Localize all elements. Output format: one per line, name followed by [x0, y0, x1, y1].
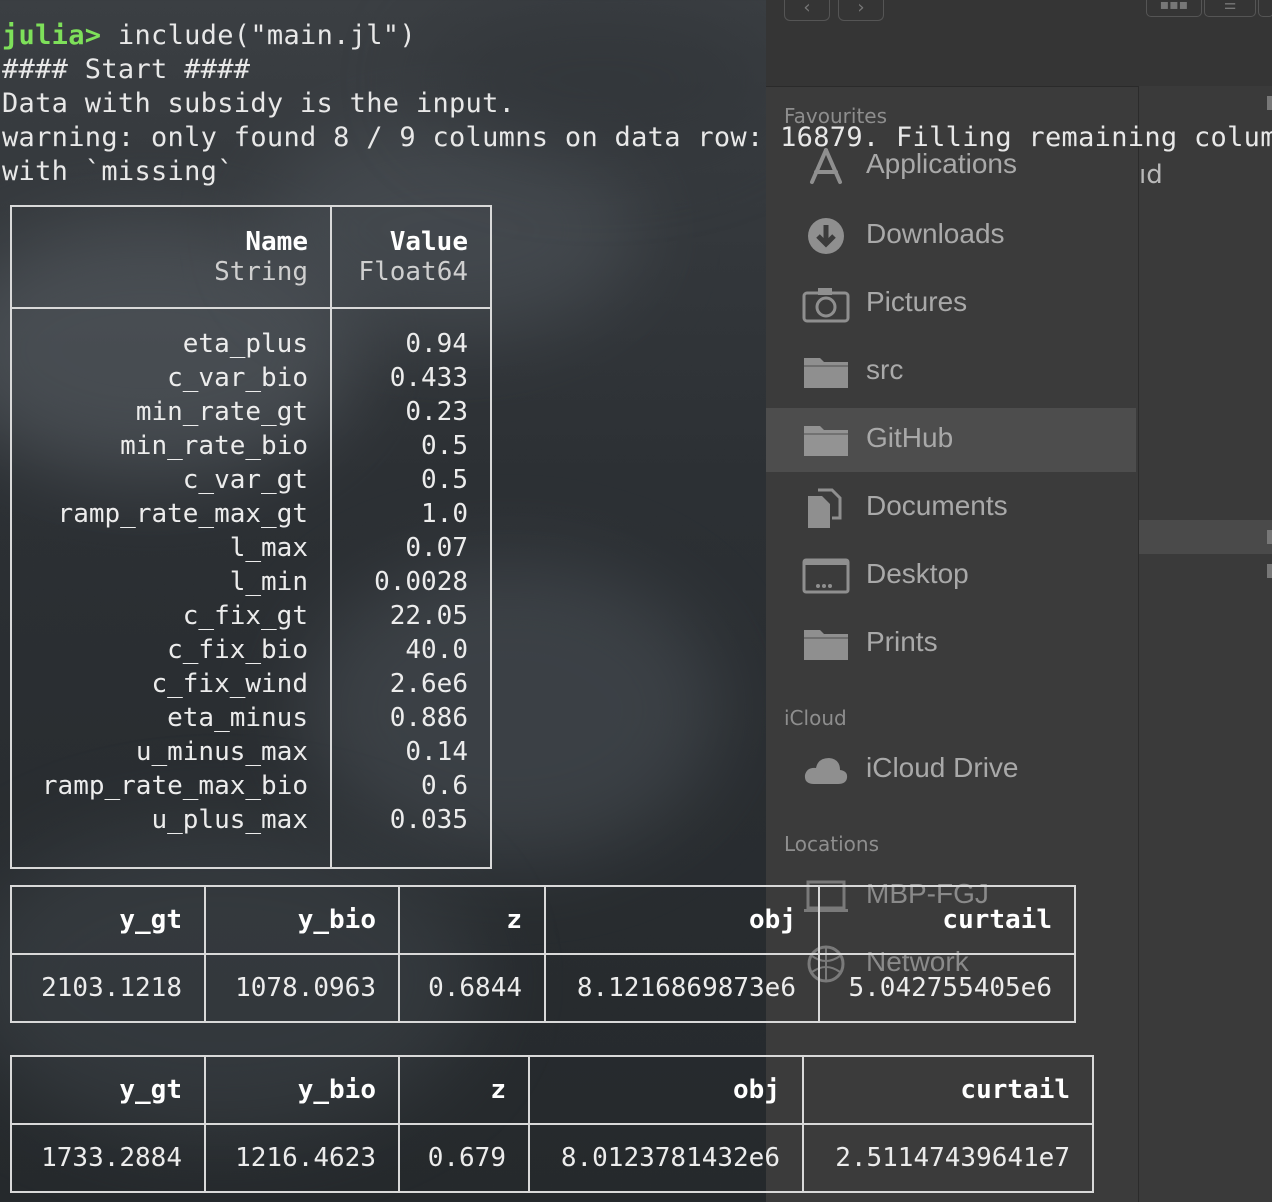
param-value: 0.94: [405, 329, 468, 359]
warning-line: warning: only found 8 / 9 columns on dat…: [2, 122, 1272, 153]
table-header-cell: y_gt: [10, 1055, 206, 1125]
param-value: 0.035: [389, 805, 468, 835]
output-line: #### Start ####: [2, 54, 251, 85]
param-value: 0.07: [405, 533, 468, 563]
param-name: u_minus_max: [135, 737, 308, 767]
param-name: eta_minus: [167, 703, 308, 733]
param-value: 0.433: [389, 363, 468, 393]
table-cell: 0.6844: [398, 953, 546, 1023]
command-line: julia> include("main.jl"): [2, 20, 416, 51]
param-value: 0.14: [405, 737, 468, 767]
names-column: eta_plus c_var_bio min_rate_gt min_rate_bio…: [34, 327, 308, 837]
param-name: c_fix_wind: [151, 669, 308, 699]
table-header-cell: obj: [528, 1055, 804, 1125]
values-column: 0.94 0.433 0.23 0.5 0.5 1.0 0.07 0.0028 22.05 40.…: [354, 327, 468, 837]
table-header-cell: curtail: [802, 1055, 1094, 1125]
param-value: 0.5: [421, 465, 468, 495]
output-line: Data with subsidy is the input.: [2, 88, 516, 119]
table-header-row: y_gt y_bio z obj curtail: [10, 885, 1076, 955]
param-value: 0.23: [405, 397, 468, 427]
table-header-row: Name String Value Float64: [10, 205, 492, 309]
table-cell: 5.042755405e6: [818, 953, 1076, 1023]
names-cell: eta_plus c_var_bio min_rate_gt min_rate_bio…: [10, 307, 332, 869]
table-cell: 8.0123781432e6: [528, 1123, 804, 1193]
table-row: 1733.2884 1216.4623 0.679 8.0123781432e6…: [10, 1123, 1094, 1193]
result-table-2: y_gt y_bio z obj curtail 1733.2884 1216.…: [10, 1055, 1094, 1193]
column-name: Value: [389, 227, 468, 257]
param-name: l_min: [229, 567, 308, 597]
param-value: 0.6: [421, 771, 468, 801]
param-value: 0.0028: [374, 567, 468, 597]
table-header-cell: z: [398, 885, 546, 955]
param-name: c_var_bio: [167, 363, 308, 393]
column-type: String: [214, 257, 308, 287]
table-cell: 1078.0963: [204, 953, 400, 1023]
param-name: c_fix_gt: [182, 601, 308, 631]
table-header-cell: curtail: [818, 885, 1076, 955]
julia-prompt: julia>: [2, 20, 102, 51]
param-value: 40.0: [405, 635, 468, 665]
param-name: ramp_rate_max_bio: [41, 771, 308, 801]
table-row: 2103.1218 1078.0963 0.6844 8.1216869873e…: [10, 953, 1076, 1023]
table-header-cell: Value Float64: [330, 205, 492, 309]
table-cell: 1216.4623: [204, 1123, 400, 1193]
param-name: eta_plus: [182, 329, 308, 359]
julia-terminal[interactable]: julia> include("main.jl") #### Start ###…: [0, 0, 1272, 1202]
param-value: 2.6e6: [389, 669, 468, 699]
param-value: 22.05: [389, 601, 468, 631]
values-cell: 0.94 0.433 0.23 0.5 0.5 1.0 0.07 0.0028 22.05 40.…: [330, 307, 492, 869]
column-type: Float64: [358, 257, 468, 287]
table-cell: 2103.1218: [10, 953, 206, 1023]
table-header-cell: z: [398, 1055, 530, 1125]
param-name: ramp_rate_max_gt: [57, 499, 308, 529]
param-name: c_var_gt: [182, 465, 308, 495]
params-table: Name String Value Float64 eta_plus c_var_…: [10, 205, 492, 869]
param-name: min_rate_gt: [135, 397, 308, 427]
param-name: l_max: [229, 533, 308, 563]
result-table-1: y_gt y_bio z obj curtail 2103.1218 1078.…: [10, 885, 1076, 1023]
warning-line: with `missing`: [2, 156, 234, 187]
table-cell: 1733.2884: [10, 1123, 206, 1193]
table-body-row: eta_plus c_var_bio min_rate_gt min_rate_bio…: [10, 307, 492, 869]
table-header-cell: Name String: [10, 205, 332, 309]
param-name: u_plus_max: [151, 805, 308, 835]
param-value: 0.886: [389, 703, 468, 733]
table-header-cell: y_bio: [204, 885, 400, 955]
param-value: 1.0: [421, 499, 468, 529]
table-cell: 8.1216869873e6: [544, 953, 820, 1023]
table-cell: 2.51147439641e7: [802, 1123, 1094, 1193]
param-value: 0.5: [421, 431, 468, 461]
command-text: include("main.jl"): [101, 20, 416, 51]
param-name: min_rate_bio: [120, 431, 308, 461]
column-name: Name: [245, 227, 308, 257]
table-header-cell: y_gt: [10, 885, 206, 955]
param-name: c_fix_bio: [167, 635, 308, 665]
table-header-row: y_gt y_bio z obj curtail: [10, 1055, 1094, 1125]
table-cell: 0.679: [398, 1123, 530, 1193]
table-header-cell: obj: [544, 885, 820, 955]
table-header-cell: y_bio: [204, 1055, 400, 1125]
